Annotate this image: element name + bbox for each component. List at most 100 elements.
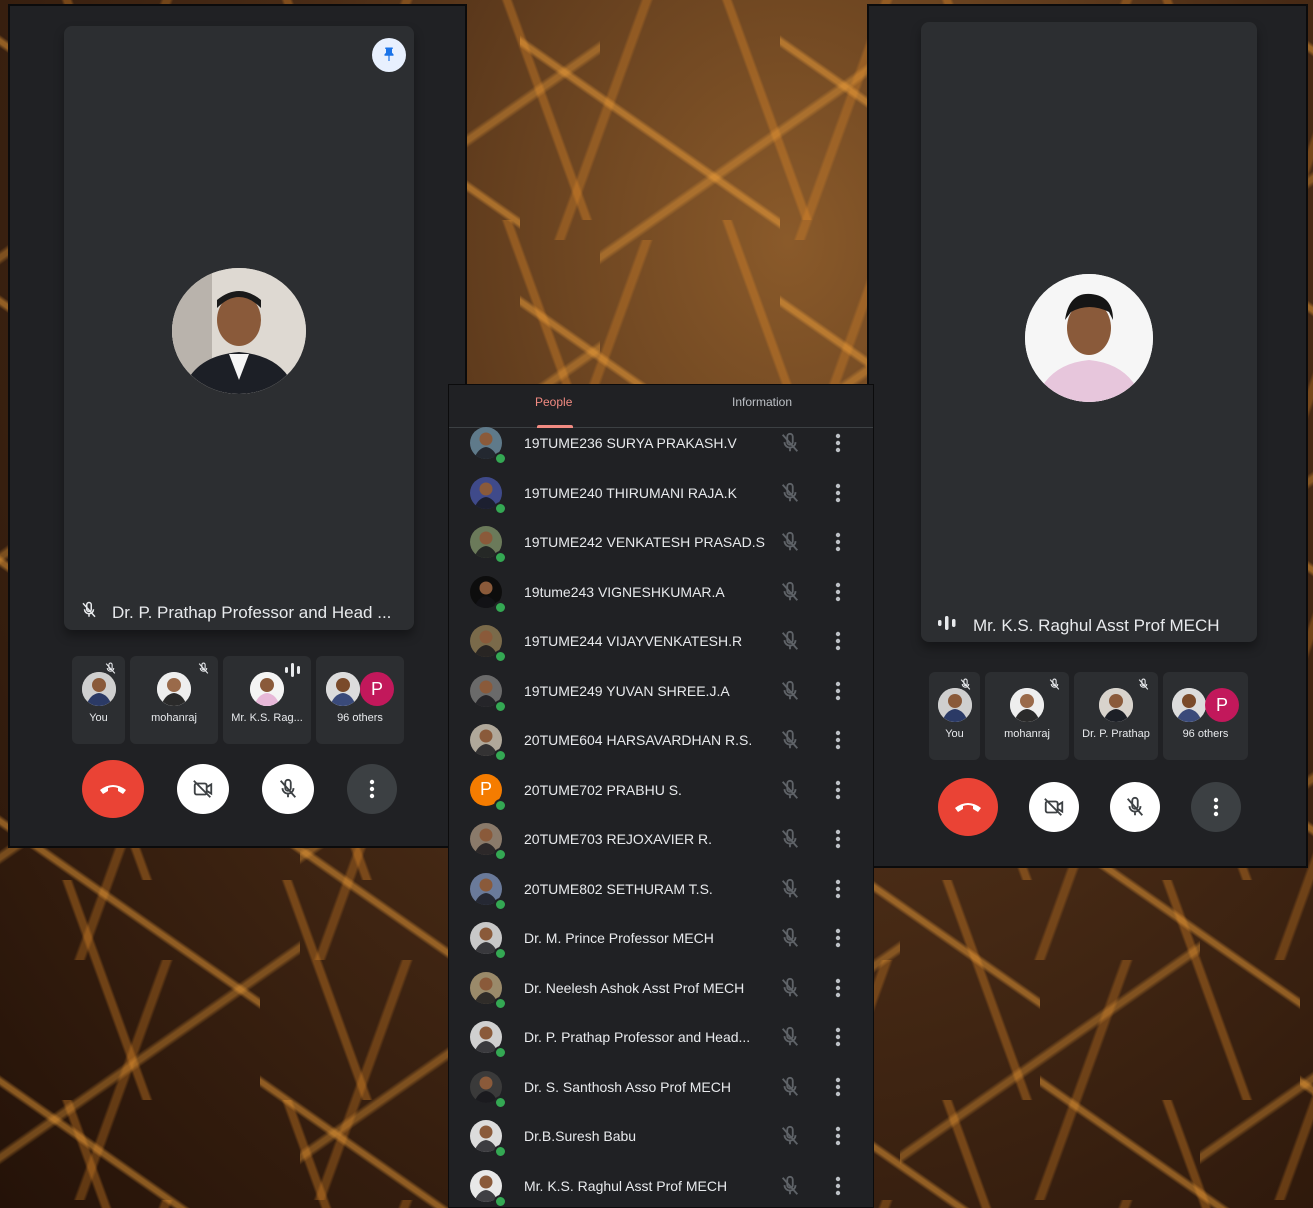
more-vert-icon[interactable]	[835, 1077, 841, 1102]
avatar	[250, 672, 284, 706]
tile-others[interactable]: P 96 others	[316, 656, 404, 744]
mic-off-icon[interactable]	[779, 1125, 801, 1152]
avatar	[326, 672, 360, 706]
list-item[interactable]: 19TUME240 THIRUMANI RAJA.K	[449, 469, 873, 519]
tile-you[interactable]: You	[72, 656, 125, 744]
more-vert-icon[interactable]	[835, 681, 841, 706]
list-item[interactable]: 19TUME236 SURYA PRAKASH.V	[449, 419, 873, 469]
list-item[interactable]: 19TUME242 VENKATESH PRASAD.S	[449, 518, 873, 568]
list-item[interactable]: P 20TUME702 PRABHU S.	[449, 766, 873, 816]
tab-people[interactable]: People	[535, 395, 572, 409]
participant-name: 19TUME244 VIJAYVENKATESH.R	[524, 633, 743, 649]
participant-name: Dr.B.Suresh Babu	[524, 1128, 637, 1144]
online-status-dot	[494, 501, 507, 515]
participant-name: 20TUME703 REJOXAVIER R.	[524, 831, 713, 847]
more-vert-icon[interactable]	[835, 879, 841, 904]
mic-off-icon[interactable]	[779, 977, 801, 1004]
camera-toggle-button[interactable]	[177, 764, 229, 814]
online-status-dot	[494, 452, 507, 465]
speaking-icon	[283, 662, 303, 683]
right-call-window: Mr. K.S. Raghul Asst Prof MECH You mohan…	[867, 4, 1308, 868]
camera-off-icon	[1044, 798, 1064, 816]
list-item[interactable]: 20TUME802 SETHURAM T.S.	[449, 865, 873, 915]
tile-label: mohanraj	[151, 712, 197, 724]
list-item[interactable]: 19TUME249 YUVAN SHREE.J.A	[449, 667, 873, 717]
online-status-dot	[494, 650, 507, 663]
mic-off-icon[interactable]	[779, 680, 801, 707]
more-vert-icon[interactable]	[835, 829, 841, 854]
mic-off-icon[interactable]	[779, 828, 801, 855]
mic-off-icon[interactable]	[779, 630, 801, 657]
mic-off-icon	[197, 662, 210, 680]
left-call-window: Dr. P. Prathap Professor and Head ... Yo…	[8, 4, 467, 848]
list-item[interactable]: 19TUME244 VIJAYVENKATESH.R	[449, 617, 873, 667]
more-options-button[interactable]	[1191, 782, 1241, 832]
participant-tiles: You mohanraj Dr. P. Prathap P 96 others	[929, 672, 1248, 760]
more-vert-icon[interactable]	[835, 780, 841, 805]
list-item[interactable]: 20TUME604 HARSAVARDHAN R.S.	[449, 716, 873, 766]
list-item[interactable]: Dr. S. Santhosh Asso Prof MECH	[449, 1063, 873, 1113]
participant-name: Dr. Neelesh Ashok Asst Prof MECH	[524, 979, 745, 996]
list-item[interactable]: Mr. K.S. Raghul Asst Prof MECH	[449, 1162, 873, 1207]
mic-off-icon	[279, 778, 297, 798]
list-item[interactable]: 19tume243 VIGNESHKUMAR.A	[449, 568, 873, 618]
more-vert-icon[interactable]	[835, 532, 841, 557]
more-vert-icon[interactable]	[835, 631, 841, 656]
more-vert-icon[interactable]	[835, 1176, 841, 1201]
participant-list: 19TUME236 SURYA PRAKASH.V 19TUME240 THIRU…	[449, 419, 873, 1207]
camera-toggle-button[interactable]	[1029, 782, 1079, 832]
mic-off-icon[interactable]	[779, 432, 801, 459]
main-video-stage[interactable]: Dr. P. Prathap Professor and Head ...	[64, 26, 414, 630]
participant-name: 20TUME702 PRABHU S.	[524, 781, 682, 798]
more-vert-icon[interactable]	[835, 483, 841, 508]
tile-you[interactable]: You	[929, 672, 980, 760]
mic-off-icon[interactable]	[779, 729, 801, 756]
end-call-button[interactable]	[938, 778, 998, 836]
camera-off-icon	[193, 780, 213, 798]
more-vert-icon[interactable]	[835, 582, 841, 607]
tile-label: You	[945, 728, 964, 740]
mic-off-icon[interactable]	[779, 482, 801, 509]
tab-information[interactable]: Information	[732, 395, 792, 409]
mic-toggle-button[interactable]	[1110, 782, 1160, 832]
list-item[interactable]: Dr. P. Prathap Professor and Head...	[449, 1013, 873, 1063]
online-status-dot	[494, 1046, 507, 1059]
mic-off-icon[interactable]	[779, 1076, 801, 1103]
mic-off-icon[interactable]	[779, 779, 801, 806]
more-options-button[interactable]	[347, 764, 397, 814]
more-vert-icon[interactable]	[835, 1126, 841, 1151]
people-panel: People Information 19TUME236 SURYA PRAKA…	[448, 384, 874, 1208]
mic-off-icon[interactable]	[779, 581, 801, 608]
list-item[interactable]: Dr. Neelesh Ashok Asst Prof MECH	[449, 964, 873, 1014]
list-item[interactable]: 20TUME703 REJOXAVIER R.	[449, 815, 873, 865]
mic-off-icon	[1126, 796, 1144, 816]
more-vert-icon[interactable]	[835, 730, 841, 755]
more-vert-icon[interactable]	[835, 978, 841, 1003]
mic-off-icon[interactable]	[779, 878, 801, 905]
mic-toggle-button[interactable]	[262, 764, 314, 814]
more-vert-icon[interactable]	[835, 1027, 841, 1052]
list-item[interactable]: Dr.B.Suresh Babu	[449, 1112, 873, 1162]
tile-mohanraj[interactable]: mohanraj	[130, 656, 218, 744]
mic-off-icon[interactable]	[779, 927, 801, 954]
participant-name: Dr. P. Prathap Professor and Head...	[524, 1029, 751, 1045]
mic-off-icon[interactable]	[779, 1026, 801, 1053]
mic-off-icon[interactable]	[779, 1175, 801, 1202]
phone-hangup-icon	[100, 785, 126, 794]
tile-raghul[interactable]: Mr. K.S. Rag...	[223, 656, 311, 744]
others-badge: P	[360, 672, 394, 706]
mic-off-icon[interactable]	[779, 531, 801, 558]
list-item[interactable]: Dr. M. Prince Professor MECH	[449, 914, 873, 964]
tile-others[interactable]: P 96 others	[1163, 672, 1248, 760]
tile-mohanraj[interactable]: mohanraj	[985, 672, 1069, 760]
more-vert-icon[interactable]	[835, 928, 841, 953]
end-call-button[interactable]	[82, 760, 144, 818]
online-status-dot	[494, 798, 507, 812]
pin-icon[interactable]	[372, 38, 406, 72]
more-vert-icon[interactable]	[835, 433, 841, 458]
avatar	[157, 672, 191, 706]
tile-label: mohanraj	[1004, 728, 1050, 740]
tile-prathap[interactable]: Dr. P. Prathap	[1074, 672, 1158, 760]
call-controls	[82, 760, 397, 818]
main-video-stage[interactable]: Mr. K.S. Raghul Asst Prof MECH	[921, 22, 1257, 642]
